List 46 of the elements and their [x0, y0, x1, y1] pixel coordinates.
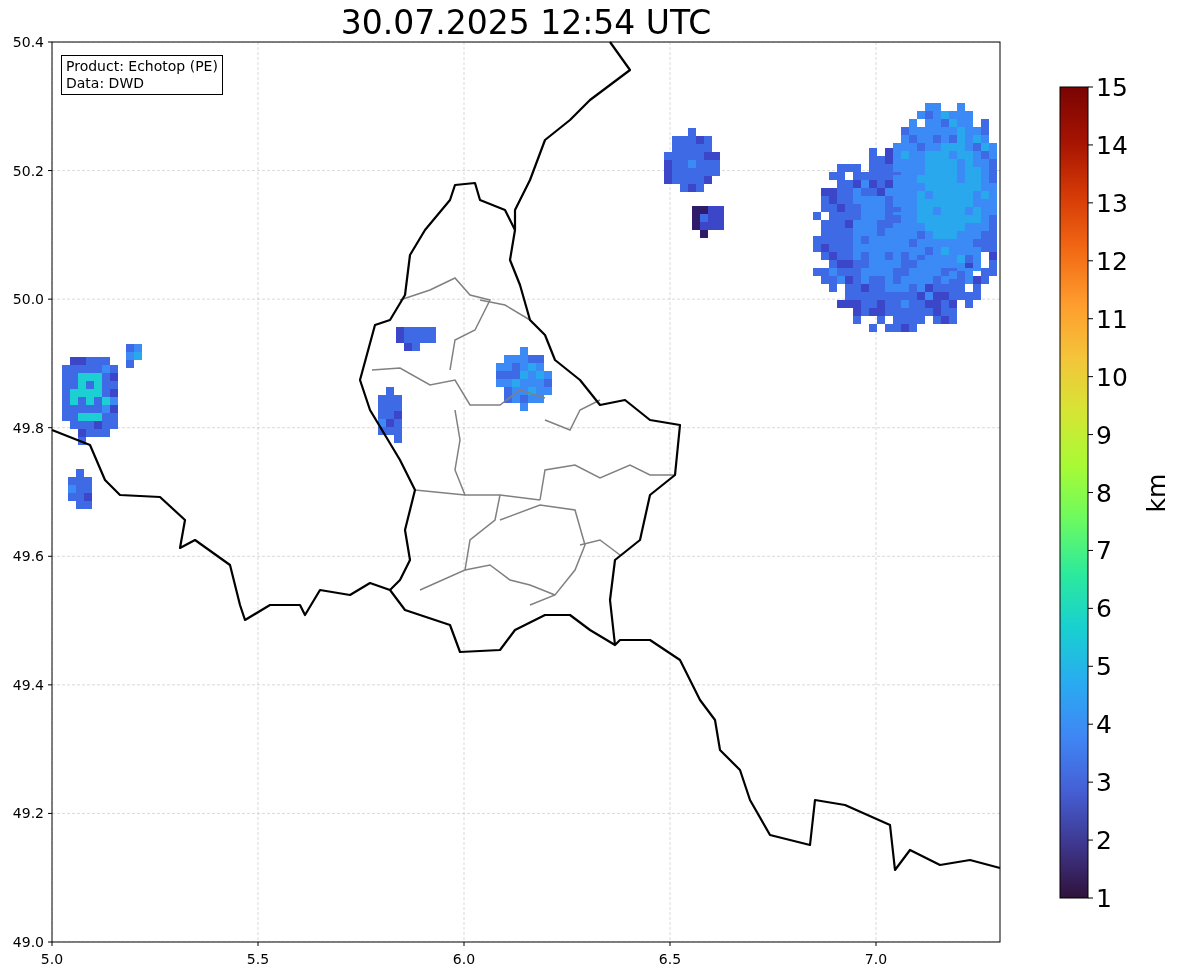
- colorbar-tick-label: 15: [1096, 73, 1128, 102]
- y-tick-label: 49.4: [12, 676, 44, 693]
- legend-text: Product: Echotop (PE) Data: DWD: [61, 55, 223, 95]
- tick-mark: [1087, 607, 1094, 609]
- colorbar-tick-label: 9: [1096, 420, 1112, 450]
- tick-mark: [1087, 318, 1094, 320]
- x-tick-label: 6.5: [658, 951, 682, 967]
- y-tick-label: 50.4: [12, 34, 44, 50]
- y-tick-label: 50.0: [12, 291, 44, 308]
- y-tick-label: 49.2: [12, 805, 44, 822]
- colorbar-tick-label: 11: [1096, 304, 1128, 334]
- colorbar-tick-label: 14: [1096, 130, 1128, 160]
- x-tick-label: 7.0: [864, 951, 888, 967]
- colorbar-tick-label: 4: [1096, 710, 1112, 740]
- plot-title: 30.07.2025 12:54 UTC: [340, 3, 712, 42]
- x-tick-label: 6.0: [452, 951, 476, 967]
- colorbar-tick-label: 3: [1096, 768, 1112, 798]
- colorbar-tick-label: 5: [1096, 652, 1112, 682]
- tick-mark: [1087, 376, 1094, 378]
- x-tick-label: 5.0: [40, 951, 64, 967]
- tick-mark: [1087, 492, 1094, 493]
- tick-mark: [1087, 202, 1094, 204]
- colorbar-tick-label: 6: [1096, 594, 1112, 624]
- y-tick-label: 49.8: [12, 419, 44, 436]
- colorbar-tick-label: 1: [1096, 884, 1112, 913]
- y-tick-label: 50.2: [12, 162, 44, 179]
- tick-mark: [1087, 434, 1094, 436]
- tick-mark: [1087, 839, 1094, 841]
- tick-mark: [1087, 723, 1094, 725]
- tick-mark: [1087, 260, 1094, 262]
- colorbar-tick-label: 7: [1096, 536, 1112, 566]
- tick-mark: [1087, 86, 1094, 88]
- tick-mark: [1087, 549, 1094, 551]
- tick-mark: [1087, 144, 1094, 146]
- tick-mark: [1087, 781, 1094, 783]
- colorbar-tick-label: 8: [1096, 478, 1112, 508]
- tick-mark: [1087, 897, 1094, 899]
- tick-mark: [1087, 665, 1094, 667]
- colorbar-tick-label: 12: [1096, 246, 1128, 276]
- colorbar-label: km: [1142, 473, 1171, 513]
- colorbar-tick-label: 10: [1096, 362, 1128, 392]
- colorbar-tick-label: 2: [1096, 826, 1112, 856]
- x-tick-label: 5.5: [246, 951, 270, 967]
- colorbar-tick-label: 13: [1096, 188, 1128, 218]
- y-tick-label: 49.6: [12, 548, 44, 565]
- y-tick-label: 49.0: [12, 934, 44, 950]
